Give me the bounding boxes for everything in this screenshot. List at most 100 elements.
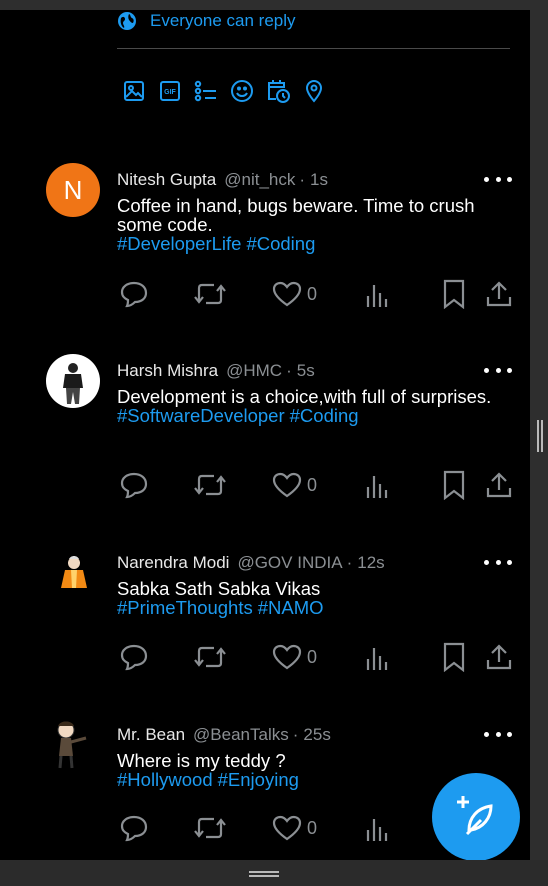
reply-icon[interactable]: [119, 279, 149, 309]
like-count: 0: [307, 817, 318, 838]
avatar[interactable]: N: [46, 163, 100, 217]
post-actions: 0: [0, 279, 530, 309]
views-icon[interactable]: [365, 642, 391, 672]
bookmark-icon[interactable]: [442, 279, 466, 309]
post-header: Narendra Modi @GOV INDIA · 12s: [117, 553, 385, 573]
compose-toolbar: GIF: [121, 78, 327, 104]
location-icon[interactable]: [301, 78, 327, 104]
author-handle[interactable]: @HMC: [226, 361, 282, 380]
hashtag-link[interactable]: #NAMO: [258, 597, 324, 618]
author-name[interactable]: Narendra Modi: [117, 553, 229, 572]
views-icon[interactable]: [365, 279, 391, 309]
hashtag-link[interactable]: #Hollywood: [117, 769, 213, 790]
share-icon[interactable]: [485, 279, 513, 309]
retweet-icon[interactable]: [193, 279, 227, 309]
post-header: Nitesh Gupta @nit_hck · 1s: [117, 170, 328, 190]
like-count: 0: [307, 474, 318, 495]
separator: ·: [346, 553, 353, 572]
heart-icon: [272, 815, 302, 841]
author-name[interactable]: Harsh Mishra: [117, 361, 218, 380]
schedule-icon[interactable]: [265, 78, 291, 104]
hashtag-link[interactable]: #DeveloperLife: [117, 233, 241, 254]
post-hashtags: #SoftwareDeveloper #Coding: [117, 406, 512, 426]
share-icon[interactable]: [485, 642, 513, 672]
compose-divider: [117, 48, 510, 49]
more-options-icon[interactable]: [484, 362, 512, 378]
reply-icon[interactable]: [119, 470, 149, 500]
reply-setting-label: Everyone can reply: [150, 11, 296, 30]
globe-icon: [118, 12, 136, 30]
separator: ·: [299, 170, 306, 189]
like-button[interactable]: 0: [272, 813, 317, 843]
hashtag-link[interactable]: #Enjoying: [218, 769, 299, 790]
emoji-icon[interactable]: [229, 78, 255, 104]
reply-icon[interactable]: [119, 642, 149, 672]
bookmark-icon[interactable]: [442, 470, 466, 500]
reply-setting[interactable]: Everyone can reply: [117, 10, 296, 32]
image-icon[interactable]: [121, 78, 147, 104]
views-icon[interactable]: [365, 470, 391, 500]
retweet-icon[interactable]: [193, 642, 227, 672]
separator: ·: [292, 725, 299, 744]
post-time: 25s: [303, 725, 331, 744]
bookmark-icon[interactable]: [442, 642, 466, 672]
resize-grip-vertical[interactable]: [537, 420, 543, 452]
post-time: 1s: [310, 170, 328, 189]
post-actions: 0: [0, 642, 530, 672]
post-body: Sabka Sath Sabka Vikas #PrimeThoughts #NA…: [117, 579, 512, 618]
post-hashtags: #DeveloperLife #Coding: [117, 234, 512, 254]
feather-plus-icon: [457, 796, 493, 836]
post-body: Development is a choice,with full of sur…: [117, 387, 512, 426]
poll-icon[interactable]: [193, 78, 219, 104]
gif-icon[interactable]: GIF: [157, 78, 183, 104]
retweet-icon[interactable]: [193, 470, 227, 500]
hashtag-link[interactable]: #SoftwareDeveloper: [117, 405, 285, 426]
hashtag-link[interactable]: #Coding: [246, 233, 315, 254]
post-text: Where is my teddy ?: [117, 750, 286, 771]
avatar[interactable]: [46, 546, 100, 600]
post-header: Harsh Mishra @HMC · 5s: [117, 361, 315, 381]
person-photo-icon: [61, 556, 87, 588]
post-actions: 0: [0, 470, 530, 500]
heart-icon: [272, 281, 302, 307]
separator: ·: [286, 361, 292, 380]
post-text: Development is a choice,with full of sur…: [117, 386, 492, 407]
more-options-icon[interactable]: [484, 171, 512, 187]
resize-grip-horizontal[interactable]: [249, 871, 279, 877]
hashtag-link[interactable]: #Coding: [290, 405, 359, 426]
like-button[interactable]: 0: [272, 470, 317, 500]
hashtag-link[interactable]: #PrimeThoughts: [117, 597, 253, 618]
heart-icon: [272, 644, 302, 670]
author-handle[interactable]: @nit_hck: [224, 170, 295, 189]
author-name[interactable]: Mr. Bean: [117, 725, 185, 744]
post-text: Sabka Sath Sabka Vikas: [117, 578, 321, 599]
author-handle[interactable]: @GOV INDIA: [237, 553, 342, 572]
avatar[interactable]: [46, 354, 100, 408]
post-body: Coffee in hand, bugs beware. Time to cru…: [117, 196, 512, 254]
more-options-icon[interactable]: [484, 554, 512, 570]
like-count: 0: [307, 283, 318, 304]
feed-panel: Everyone can reply GIF N Nitesh Gupta @n…: [0, 10, 530, 860]
post-header: Mr. Bean @BeanTalks · 25s: [117, 725, 331, 745]
avatar[interactable]: [46, 718, 100, 772]
like-button[interactable]: 0: [272, 279, 317, 309]
post-time: 12s: [357, 553, 385, 572]
heart-icon: [272, 472, 302, 498]
views-icon[interactable]: [365, 813, 391, 843]
post-text: Coffee in hand, bugs beware. Time to cru…: [117, 195, 475, 235]
svg-text:GIF: GIF: [164, 89, 176, 96]
more-options-icon[interactable]: [484, 726, 512, 742]
window-top-strip: [0, 0, 548, 10]
compose-post-button[interactable]: [432, 773, 520, 860]
author-name[interactable]: Nitesh Gupta: [117, 170, 216, 189]
post-hashtags: #PrimeThoughts #NAMO: [117, 598, 512, 618]
post-time: 5s: [296, 361, 315, 380]
like-count: 0: [307, 646, 318, 667]
reply-icon[interactable]: [119, 813, 149, 843]
author-handle[interactable]: @BeanTalks: [193, 725, 289, 744]
like-button[interactable]: 0: [272, 642, 317, 672]
retweet-icon[interactable]: [193, 813, 227, 843]
person-photo-icon: [63, 363, 83, 404]
cartoon-character-icon: [57, 721, 87, 769]
share-icon[interactable]: [485, 470, 513, 500]
